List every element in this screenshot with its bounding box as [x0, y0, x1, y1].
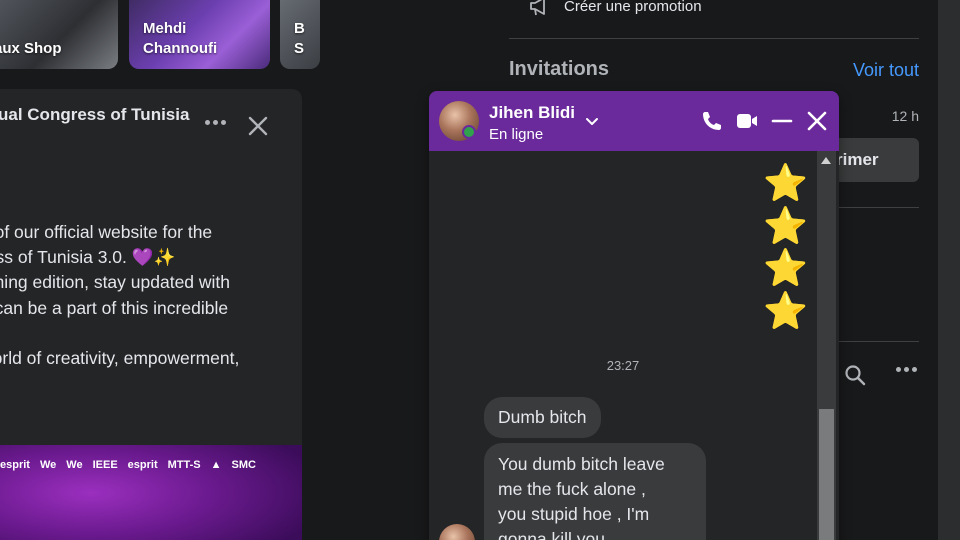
story-label: B S — [294, 19, 305, 59]
message-bubble[interactable]: Dumb bitch — [484, 397, 601, 438]
story-label-line: S — [294, 40, 305, 57]
star-emoji: ⭐ — [763, 290, 808, 331]
post-line: u can be a part of this incredible — [0, 297, 229, 318]
online-status-dot — [462, 125, 476, 139]
message-line: You dumb bitch leave — [498, 454, 665, 474]
logo-smc: SMC — [231, 459, 256, 471]
chevron-down-icon[interactable] — [584, 113, 600, 129]
post-body: h of our official website for the ress o… — [0, 220, 239, 371]
search-icon[interactable] — [844, 364, 866, 386]
chat-scrollbar-thumb[interactable] — [819, 409, 834, 540]
chat-contact-name[interactable]: Jihen Blidi — [489, 103, 575, 123]
close-icon[interactable] — [246, 114, 270, 138]
logo-esprit: esprit — [0, 459, 30, 471]
scroll-up-arrow-icon[interactable] — [821, 157, 831, 164]
divider — [509, 38, 919, 39]
stories-row: aux Shop Mehdi Channoufi B S — [0, 0, 320, 70]
close-icon[interactable] — [804, 108, 830, 134]
post-line: world of creativity, empowerment, — [0, 347, 240, 368]
invite-timestamp: 12 h — [891, 108, 919, 124]
logo-we: We — [66, 459, 83, 471]
logo-ieee: IEEE — [92, 459, 118, 471]
story-label-line: B — [294, 20, 305, 37]
avatar[interactable] — [439, 524, 475, 540]
story-card[interactable]: Mehdi Channoufi — [129, 0, 270, 69]
story-label-line: Mehdi — [143, 20, 187, 37]
post-line: ress of Tunisia 3.0. 💜✨ — [0, 247, 176, 268]
story-label: Mehdi Channoufi — [143, 19, 217, 59]
sponsor-logos: esprit We We IEEE esprit MTT-S ▲ SMC — [0, 459, 256, 471]
message-bubble[interactable]: You dumb bitch leave me the fuck alone ,… — [484, 443, 706, 540]
create-promotion-link[interactable]: Créer une promotion — [528, 0, 702, 16]
phone-call-icon[interactable] — [699, 108, 725, 134]
video-call-icon[interactable] — [734, 108, 760, 134]
invitations-heading: Invitations — [509, 58, 610, 80]
star-emoji: ⭐ — [763, 162, 808, 203]
message-timestamp: 23:27 — [606, 358, 640, 373]
minimize-icon[interactable] — [769, 108, 795, 134]
post-banner-image[interactable]: esprit We We IEEE esprit MTT-S ▲ SMC — [0, 445, 302, 540]
page-scrollbar[interactable] — [938, 0, 960, 540]
story-card[interactable]: B S — [280, 0, 320, 69]
chat-contact-status: En ligne — [489, 126, 544, 143]
logo-we: We — [39, 459, 57, 471]
logo-esprit: esprit — [127, 459, 158, 471]
star-emoji: ⭐ — [763, 205, 808, 246]
logo-mtts: MTT-S — [167, 459, 201, 471]
chat-header[interactable]: Jihen Blidi En ligne — [429, 91, 839, 151]
story-label-line: Channoufi — [143, 40, 218, 57]
message-line: you stupid hoe , I'm — [498, 504, 650, 524]
post-title[interactable]: ual Congress of Tunisia — [0, 105, 189, 125]
post-line: oming edition, stay updated with — [0, 272, 231, 293]
star-emoji: ⭐ — [763, 247, 808, 288]
logo-shape: ▲ — [210, 459, 222, 471]
message-line: gonna kill you — [498, 529, 606, 540]
see-all-link[interactable]: Voir tout — [853, 60, 919, 81]
message-line: me the fuck alone , — [498, 479, 646, 499]
more-options-icon[interactable] — [896, 367, 917, 372]
chat-window: Jihen Blidi En ligne ⭐ ⭐ ⭐ ⭐ 23:27 Dumb … — [429, 91, 839, 540]
post-line: h of our official website for the — [0, 222, 213, 242]
promo-label: Créer une promotion — [564, 0, 702, 15]
story-label: aux Shop — [0, 40, 62, 57]
story-card[interactable]: aux Shop — [0, 0, 118, 69]
megaphone-icon — [530, 0, 545, 16]
feed-post: ual Congress of Tunisia h of our officia… — [0, 89, 302, 540]
more-options-icon[interactable] — [202, 113, 228, 131]
post-line — [0, 321, 239, 346]
